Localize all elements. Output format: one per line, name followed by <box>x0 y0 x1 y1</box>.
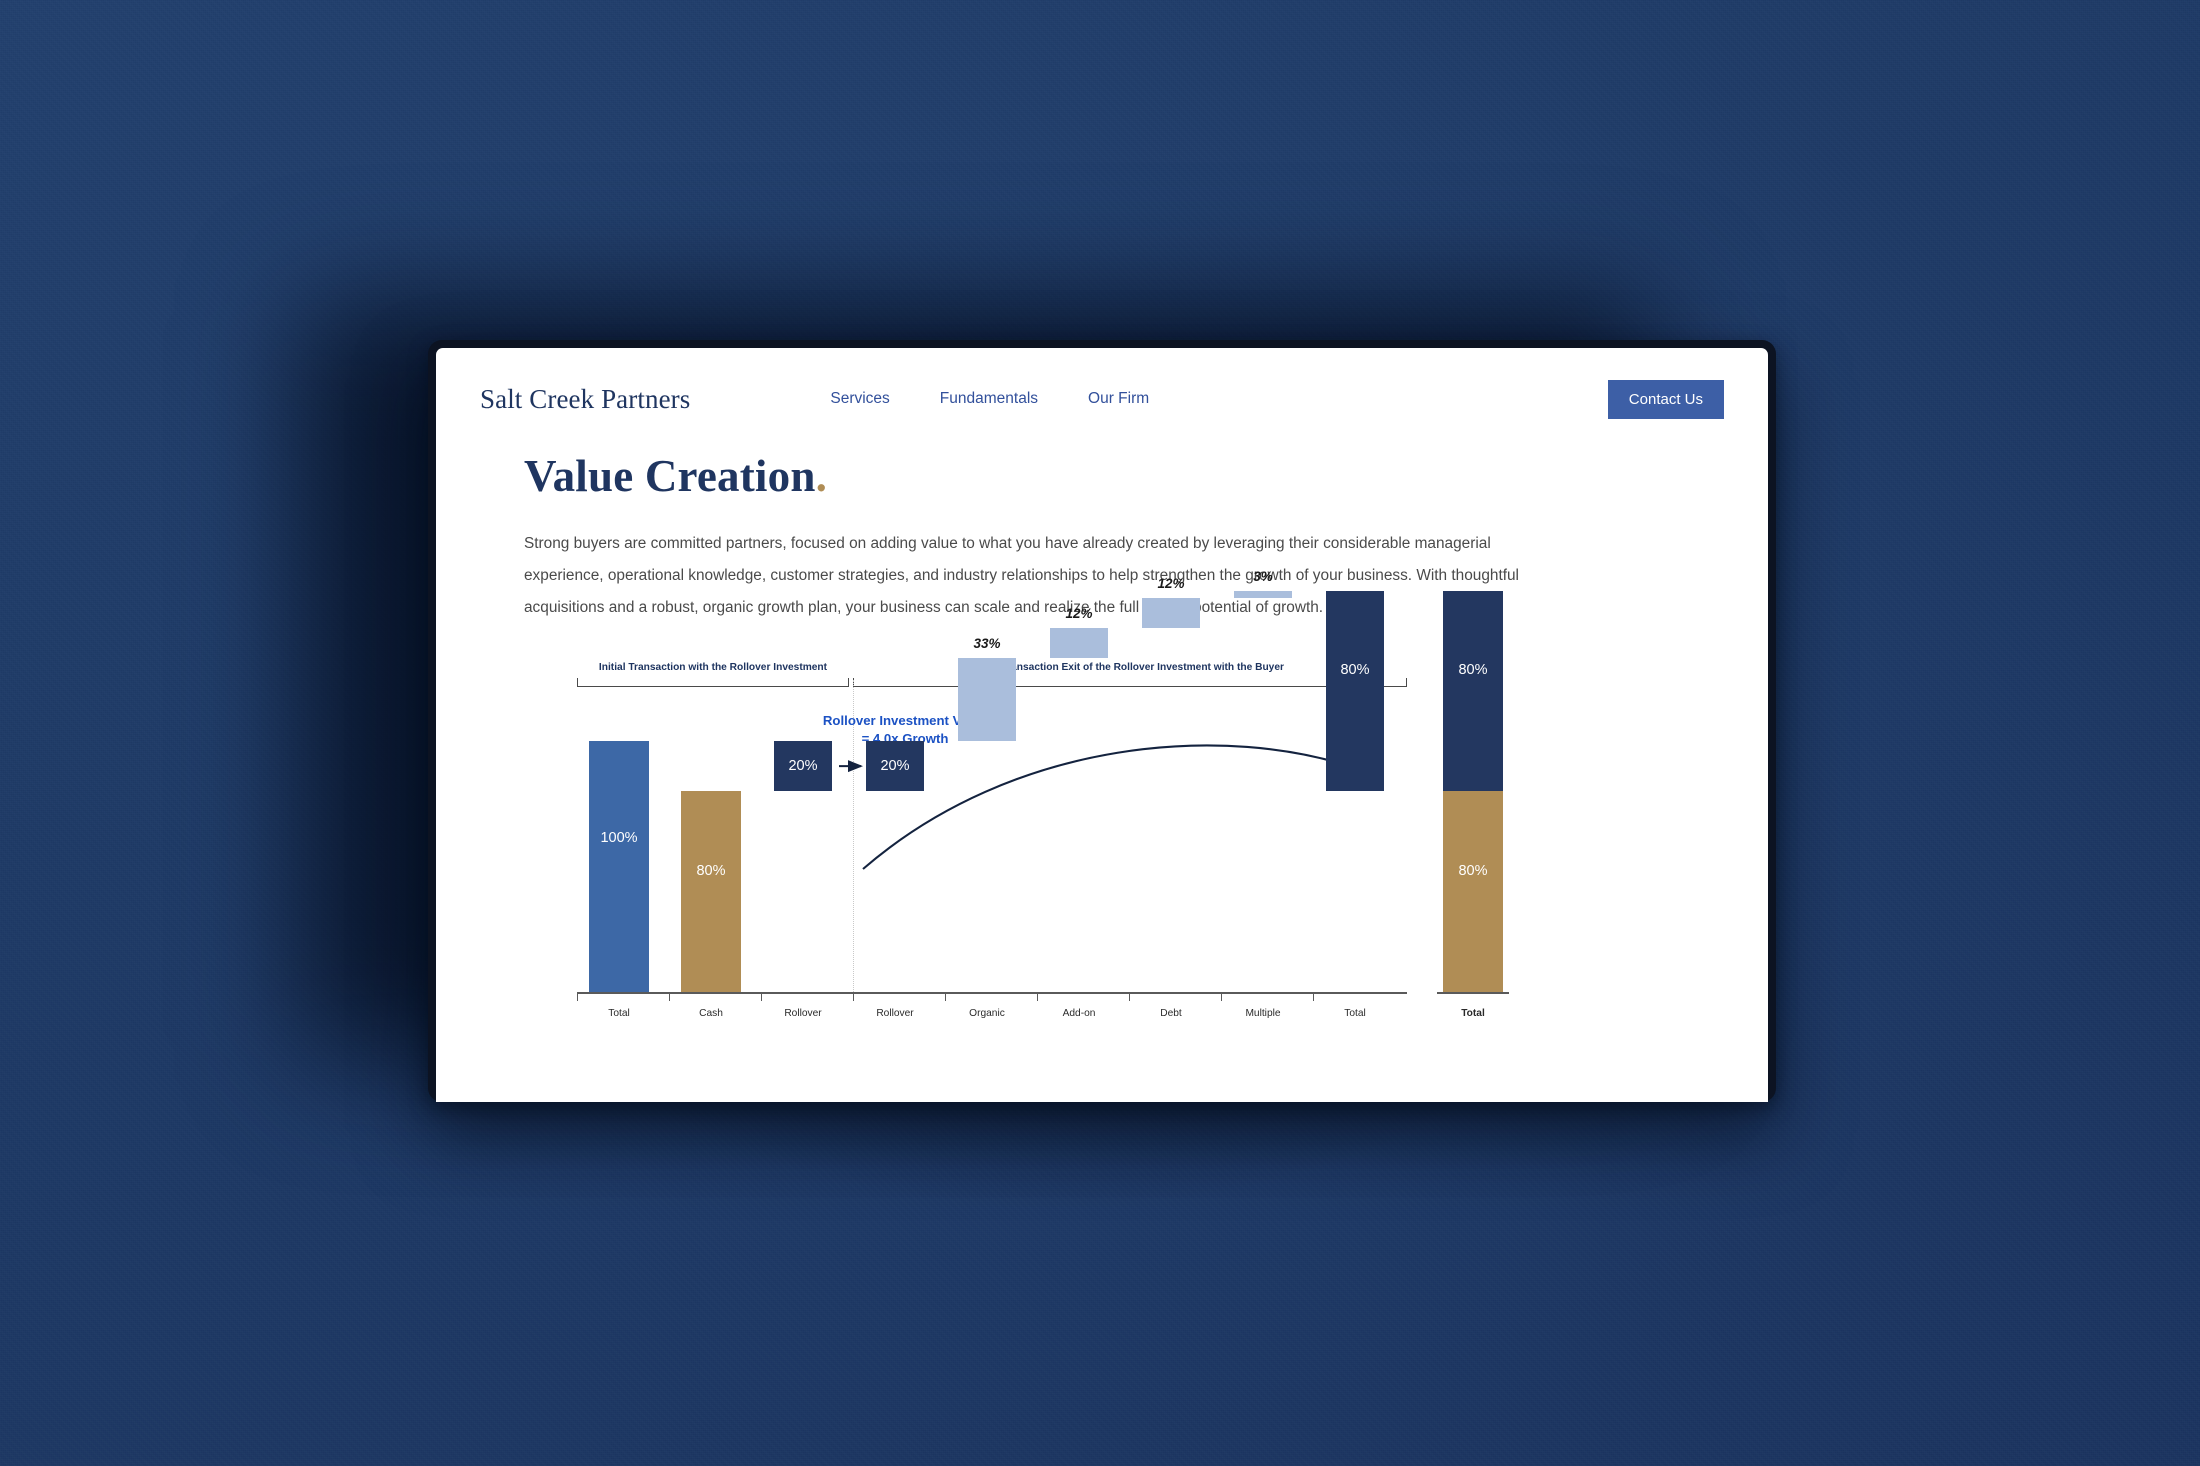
axis-segment-final-total <box>1437 992 1509 994</box>
main-nav: Services Fundamentals Our Firm <box>830 390 1149 408</box>
browser-viewport: Salt Creek Partners Services Fundamental… <box>436 348 1768 1102</box>
axis-label-layer: Total Cash Rollover Rollover Organic Add-on De… <box>549 654 1549 1054</box>
axis-tick <box>577 992 579 1002</box>
bar-value-label: 12% <box>1157 576 1185 592</box>
axis-tick <box>669 992 671 1002</box>
site-header: Salt Creek Partners Services Fundamental… <box>436 348 1768 424</box>
bar-multiple-7 <box>1234 590 1292 599</box>
axis-tick <box>853 992 855 1002</box>
axis-tick <box>1313 992 1315 1002</box>
bar-value-label: 3% <box>1253 568 1273 584</box>
page-body: Value Creation. Strong buyers are commit… <box>436 424 1768 1054</box>
axis-label-total-8: Total <box>1344 1008 1366 1020</box>
brand-logo[interactable]: Salt Creek Partners <box>480 384 690 415</box>
axis-tick <box>761 992 763 1002</box>
axis-tick <box>945 992 947 1002</box>
page-title-text: Value Creation <box>524 451 816 501</box>
browser-window: Salt Creek Partners Services Fundamental… <box>428 340 1776 1102</box>
axis-tick <box>1037 992 1039 1002</box>
value-creation-waterfall-chart: Initial Transaction with the Rollover In… <box>549 569 1549 1054</box>
axis-tick <box>1221 992 1223 1002</box>
nav-item-services[interactable]: Services <box>830 390 889 408</box>
axis-tick <box>1129 992 1131 1002</box>
axis-label-total-9: Total <box>1461 1008 1485 1020</box>
nav-item-our-firm[interactable]: Our Firm <box>1088 390 1149 408</box>
contact-us-button[interactable]: Contact Us <box>1607 379 1724 419</box>
bar-value-label: 33% <box>973 636 1001 652</box>
nav-item-fundamentals[interactable]: Fundamentals <box>940 390 1038 408</box>
page-title-dot: . <box>815 451 828 501</box>
bar-debt-6 <box>1142 598 1200 629</box>
page-title: Value Creation. <box>524 450 1724 502</box>
bar-value-label: 12% <box>1065 606 1093 622</box>
